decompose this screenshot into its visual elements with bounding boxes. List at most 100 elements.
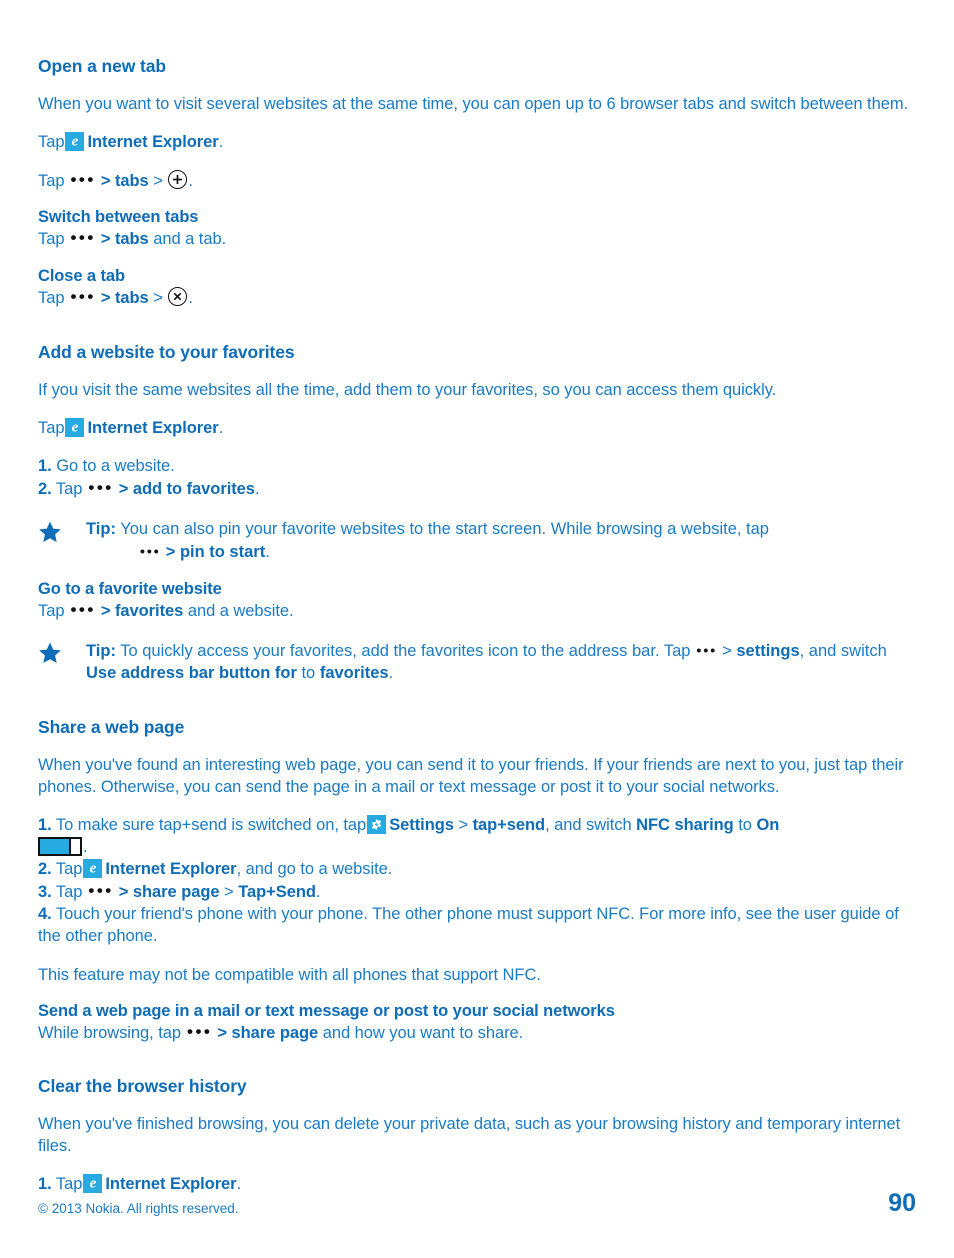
plus-circle-icon — [168, 170, 188, 189]
path-line-close-tab: Tap ••• > tabs > . — [38, 286, 916, 309]
menu-item-pin-to-start: pin to start — [179, 543, 266, 561]
menu-item-share-page: share page — [231, 1024, 319, 1042]
toggle-on-icon — [38, 837, 82, 856]
internet-explorer-icon — [65, 132, 85, 151]
step-2-open-internet-explorer: 2. Tap Internet Explorer, and go to a web… — [38, 858, 916, 880]
tip-text-content: You can also pin your favorite websites … — [120, 520, 769, 538]
close-circle-icon — [168, 287, 188, 306]
period: . — [83, 838, 88, 856]
internet-explorer-icon — [83, 859, 103, 878]
more-dots-icon: ••• — [88, 881, 114, 900]
chevron-separator: > — [118, 883, 129, 901]
menu-item-tabs: tabs — [114, 172, 149, 190]
chevron-separator: > — [100, 602, 111, 620]
section-intro-share-web-page: When you've found an interesting web pag… — [38, 756, 904, 796]
step-text: Go to a website. — [56, 457, 175, 475]
tip-body: Tip: To quickly access your favorites, a… — [86, 642, 887, 682]
period: . — [188, 172, 193, 190]
step-3-share-page-tap-send: 3. Tap ••• > share page > Tap+Send. — [38, 880, 916, 903]
chevron-separator: > — [165, 543, 176, 561]
tap-label: Tap — [38, 172, 65, 190]
settings-gear-icon — [367, 815, 387, 834]
chevron-separator: > — [100, 172, 111, 190]
step-number: 4. — [38, 905, 52, 923]
more-dots-icon: ••• — [187, 1022, 213, 1041]
tip-label: Tip: — [86, 642, 116, 660]
tip-pin-to-start: Tip: You can also pin your favorite webs… — [38, 518, 916, 563]
tap-line-internet-explorer-1: Tap Internet Explorer. — [38, 131, 916, 153]
trailing-text: and a website. — [183, 602, 294, 620]
page-number: 90 — [888, 1189, 916, 1217]
tip-label: Tip: — [86, 520, 116, 538]
tap-label: Tap — [38, 419, 65, 437]
menu-item-settings: settings — [736, 642, 800, 660]
menu-item-tabs: tabs — [114, 230, 149, 248]
subsection-heading-switch-between-tabs: Switch between tabs — [38, 208, 199, 226]
more-dots-icon: ••• — [696, 642, 718, 658]
period: . — [265, 543, 270, 561]
tap-label: Tap — [38, 230, 65, 248]
star-icon — [38, 520, 62, 544]
section-intro-open-new-tab: When you want to visit several websites … — [38, 95, 909, 113]
step-number: 2. — [38, 860, 52, 878]
step-text: Touch your friend's phone with your phon… — [38, 905, 899, 945]
step-text-before: To make sure tap+send is switched on, ta… — [55, 816, 367, 834]
tap-label: Tap — [55, 480, 83, 498]
period: . — [218, 133, 224, 151]
step-number: 1. — [38, 816, 52, 834]
subsection-heading-send-web-page: Send a web page in a mail or text messag… — [38, 1002, 615, 1020]
step-number: 1. — [38, 457, 52, 475]
setting-name-nfc-sharing: NFC sharing — [636, 816, 734, 834]
setting-value-on: On — [756, 816, 780, 834]
chevron-separator: > — [100, 230, 111, 248]
tip-mid-text-2: to — [301, 664, 316, 682]
tap-label: Tap — [55, 883, 83, 901]
app-name-internet-explorer: Internet Explorer — [105, 860, 237, 878]
setting-value-favorites: favorites — [319, 664, 389, 682]
document-page: Open a new tab When you want to visit se… — [0, 0, 954, 1258]
trailing-text: and a tab. — [148, 230, 227, 248]
section-heading-add-favorites: Add a website to your favorites — [38, 342, 295, 362]
menu-item-tap-send-option: Tap+Send — [238, 883, 316, 901]
section-heading-open-new-tab: Open a new tab — [38, 56, 166, 76]
step-1-tap-send-settings: 1. To make sure tap+send is switched on,… — [38, 814, 916, 858]
menu-item-add-to-favorites: add to favorites — [132, 480, 255, 498]
path-line-switch-tabs: Tap ••• > tabs and a tab. — [38, 227, 916, 250]
menu-item-tap-send: tap+send — [472, 816, 546, 834]
section-heading-clear-history: Clear the browser history — [38, 1076, 247, 1096]
app-name-internet-explorer: Internet Explorer — [87, 133, 219, 151]
step-mid-text-2: to — [738, 816, 752, 834]
chevron-separator: > — [224, 883, 234, 901]
tip-mid-text: , and switch — [799, 642, 887, 660]
path-line-new-tab: Tap ••• > tabs > . — [38, 169, 916, 192]
section-intro-clear-history: When you've finished browsing, you can d… — [38, 1115, 901, 1155]
period: . — [388, 664, 394, 682]
trailing-text: and how you want to share. — [318, 1024, 524, 1042]
step-4-touch-phones: 4. Touch your friend's phone with your p… — [38, 903, 916, 947]
subsection-heading-close-a-tab: Close a tab — [38, 267, 125, 285]
section-intro-add-favorites: If you visit the same websites all the t… — [38, 381, 777, 399]
tip-second-line: ••• > pin to start. — [86, 540, 916, 563]
menu-item-tabs: tabs — [114, 289, 149, 307]
tap-label: Tap — [38, 602, 65, 620]
tip-body: Tip: You can also pin your favorite webs… — [86, 520, 916, 563]
chevron-separator: > — [722, 642, 732, 660]
tap-label: While browsing, tap — [38, 1024, 182, 1042]
step-1-go-to-website: 1. Go to a website. — [38, 455, 916, 477]
chevron-separator: > — [153, 289, 163, 307]
page-footer: © 2013 Nokia. All rights reserved. 90 — [38, 1189, 916, 1217]
app-name-internet-explorer: Internet Explorer — [87, 419, 219, 437]
tap-line-internet-explorer-2: Tap Internet Explorer. — [38, 417, 916, 439]
note-nfc-compatibility: This feature may not be compatible with … — [38, 966, 541, 984]
chevron-separator: > — [100, 289, 111, 307]
subsection-heading-go-to-favorite: Go to a favorite website — [38, 580, 222, 598]
more-dots-icon: ••• — [70, 228, 96, 247]
menu-item-share-page: share page — [132, 883, 220, 901]
chevron-separator: > — [153, 172, 163, 190]
trailing-text: , and go to a website. — [236, 860, 393, 878]
internet-explorer-icon — [65, 418, 85, 437]
period: . — [254, 480, 260, 498]
